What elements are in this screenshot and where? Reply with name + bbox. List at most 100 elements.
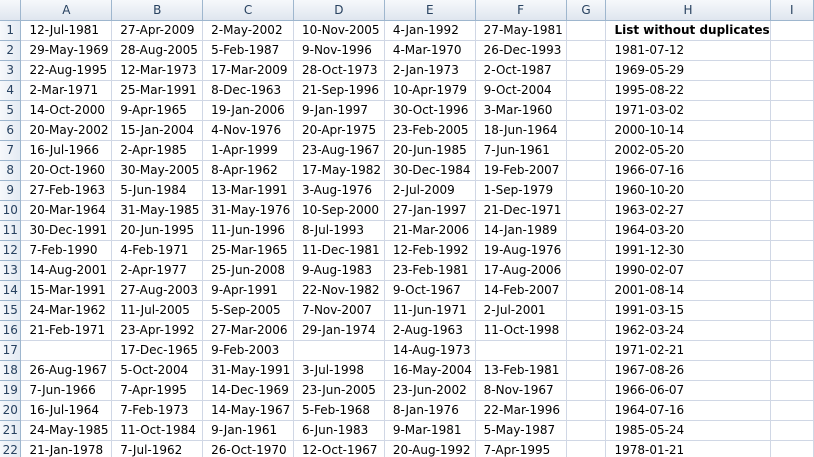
cell-c2[interactable]: 5-Feb-1987 [202,39,294,61]
cell-d19[interactable]: 23-Jun-2005 [292,379,385,401]
cell-d12[interactable]: 11-Dec-1981 [292,239,385,261]
cell-g16[interactable] [565,319,607,341]
cell-d16[interactable]: 29-Jan-1974 [292,319,385,341]
cell-e4[interactable]: 10-Apr-1979 [383,79,476,101]
row-header[interactable]: 8 [0,159,22,181]
row-header[interactable]: 18 [0,359,22,381]
row-header[interactable]: 1 [0,19,22,41]
cell-d4[interactable]: 21-Sep-1996 [292,79,385,101]
cell-h18[interactable]: 1967-08-26 [605,359,771,381]
cell-e6[interactable]: 23-Feb-2005 [383,119,476,141]
cell-a14[interactable]: 15-Mar-1991 [20,279,113,301]
row-header[interactable]: 19 [0,379,22,401]
cell-a16[interactable]: 21-Feb-1971 [20,319,113,341]
cell-c22[interactable]: 26-Oct-1970 [202,439,294,457]
cell-h11[interactable]: 1964-03-20 [605,219,771,241]
cell-b10[interactable]: 31-May-1985 [111,199,204,221]
cell-f12[interactable]: 19-Aug-1976 [474,239,567,261]
cell-c6[interactable]: 4-Nov-1976 [202,119,294,141]
row-header[interactable]: 7 [0,139,22,161]
cell-h13[interactable]: 1990-02-07 [605,259,771,281]
row-header[interactable]: 10 [0,199,22,221]
cell-i14[interactable] [769,279,814,301]
row-header[interactable]: 15 [0,299,22,321]
cell-e7[interactable]: 20-Jun-1985 [383,139,476,161]
cell-d18[interactable]: 3-Jul-1998 [292,359,385,381]
cell-i7[interactable] [769,139,814,161]
cell-f15[interactable]: 2-Jul-2001 [474,299,567,321]
column-header-a[interactable]: A [20,0,113,21]
row-header[interactable]: 17 [0,339,22,361]
cell-h20[interactable]: 1964-07-16 [605,399,771,421]
cell-a18[interactable]: 26-Aug-1967 [20,359,113,381]
cell-e15[interactable]: 11-Jun-1971 [383,299,476,321]
cell-e10[interactable]: 27-Jan-1997 [383,199,476,221]
cell-e3[interactable]: 2-Jan-1973 [383,59,476,81]
cell-g2[interactable] [565,39,607,61]
cell-e9[interactable]: 2-Jul-2009 [383,179,476,201]
cell-f20[interactable]: 22-Mar-1996 [474,399,567,421]
cell-b20[interactable]: 7-Feb-1973 [111,399,204,421]
column-header-f[interactable]: F [474,0,567,21]
cell-h1[interactable]: List without duplicates [605,19,771,41]
cell-g21[interactable] [565,419,607,441]
cell-i18[interactable] [769,359,814,381]
cell-e2[interactable]: 4-Mar-1970 [383,39,476,61]
cell-g10[interactable] [565,199,607,221]
cell-g5[interactable] [565,99,607,121]
cell-c12[interactable]: 25-Mar-1965 [202,239,294,261]
cell-f9[interactable]: 1-Sep-1979 [474,179,567,201]
cell-d1[interactable]: 10-Nov-2005 [292,19,385,41]
cell-f10[interactable]: 21-Dec-1971 [474,199,567,221]
cell-a11[interactable]: 30-Dec-1991 [20,219,113,241]
cell-g18[interactable] [565,359,607,381]
cell-i10[interactable] [769,199,814,221]
cell-b7[interactable]: 2-Apr-1985 [111,139,204,161]
cell-f3[interactable]: 2-Oct-1987 [474,59,567,81]
column-header-c[interactable]: C [202,0,294,21]
cell-i1[interactable] [769,19,814,41]
cell-c11[interactable]: 11-Jun-1996 [202,219,294,241]
cell-e21[interactable]: 9-Mar-1981 [383,419,476,441]
cell-a7[interactable]: 16-Jul-1966 [20,139,113,161]
cell-c4[interactable]: 8-Dec-1963 [202,79,294,101]
cell-b5[interactable]: 9-Apr-1965 [111,99,204,121]
cell-i2[interactable] [769,39,814,61]
cell-g17[interactable] [565,339,607,361]
cell-b11[interactable]: 20-Jun-1995 [111,219,204,241]
cell-b22[interactable]: 7-Jul-1962 [111,439,204,457]
cell-f16[interactable]: 11-Oct-1998 [474,319,567,341]
cell-e11[interactable]: 21-Mar-2006 [383,219,476,241]
cell-g6[interactable] [565,119,607,141]
cell-a19[interactable]: 7-Jun-1966 [20,379,113,401]
cell-a5[interactable]: 14-Oct-2000 [20,99,113,121]
cell-g15[interactable] [565,299,607,321]
column-header-h[interactable]: H [605,0,771,21]
cell-c20[interactable]: 14-May-1967 [202,399,294,421]
cell-g12[interactable] [565,239,607,261]
cell-e16[interactable]: 2-Aug-1963 [383,319,476,341]
cell-a13[interactable]: 14-Aug-2001 [20,259,113,281]
cell-a22[interactable]: 21-Jan-1978 [20,439,113,457]
cell-h9[interactable]: 1960-10-20 [605,179,771,201]
cell-b9[interactable]: 5-Jun-1984 [111,179,204,201]
cell-f19[interactable]: 8-Nov-1967 [474,379,567,401]
cell-g14[interactable] [565,279,607,301]
row-header[interactable]: 4 [0,79,22,101]
cell-g7[interactable] [565,139,607,161]
cell-i11[interactable] [769,219,814,241]
cell-d2[interactable]: 9-Nov-1996 [292,39,385,61]
row-header[interactable]: 12 [0,239,22,261]
cell-c1[interactable]: 2-May-2002 [202,19,294,41]
cell-g20[interactable] [565,399,607,421]
cell-i13[interactable] [769,259,814,281]
cell-i22[interactable] [769,439,814,457]
cell-i9[interactable] [769,179,814,201]
cell-e17[interactable]: 14-Aug-1973 [383,339,476,361]
cell-h16[interactable]: 1962-03-24 [605,319,771,341]
row-header[interactable]: 14 [0,279,22,301]
row-header[interactable]: 13 [0,259,22,281]
cell-a10[interactable]: 20-Mar-1964 [20,199,113,221]
cell-d6[interactable]: 20-Apr-1975 [292,119,385,141]
column-header-b[interactable]: B [111,0,204,21]
